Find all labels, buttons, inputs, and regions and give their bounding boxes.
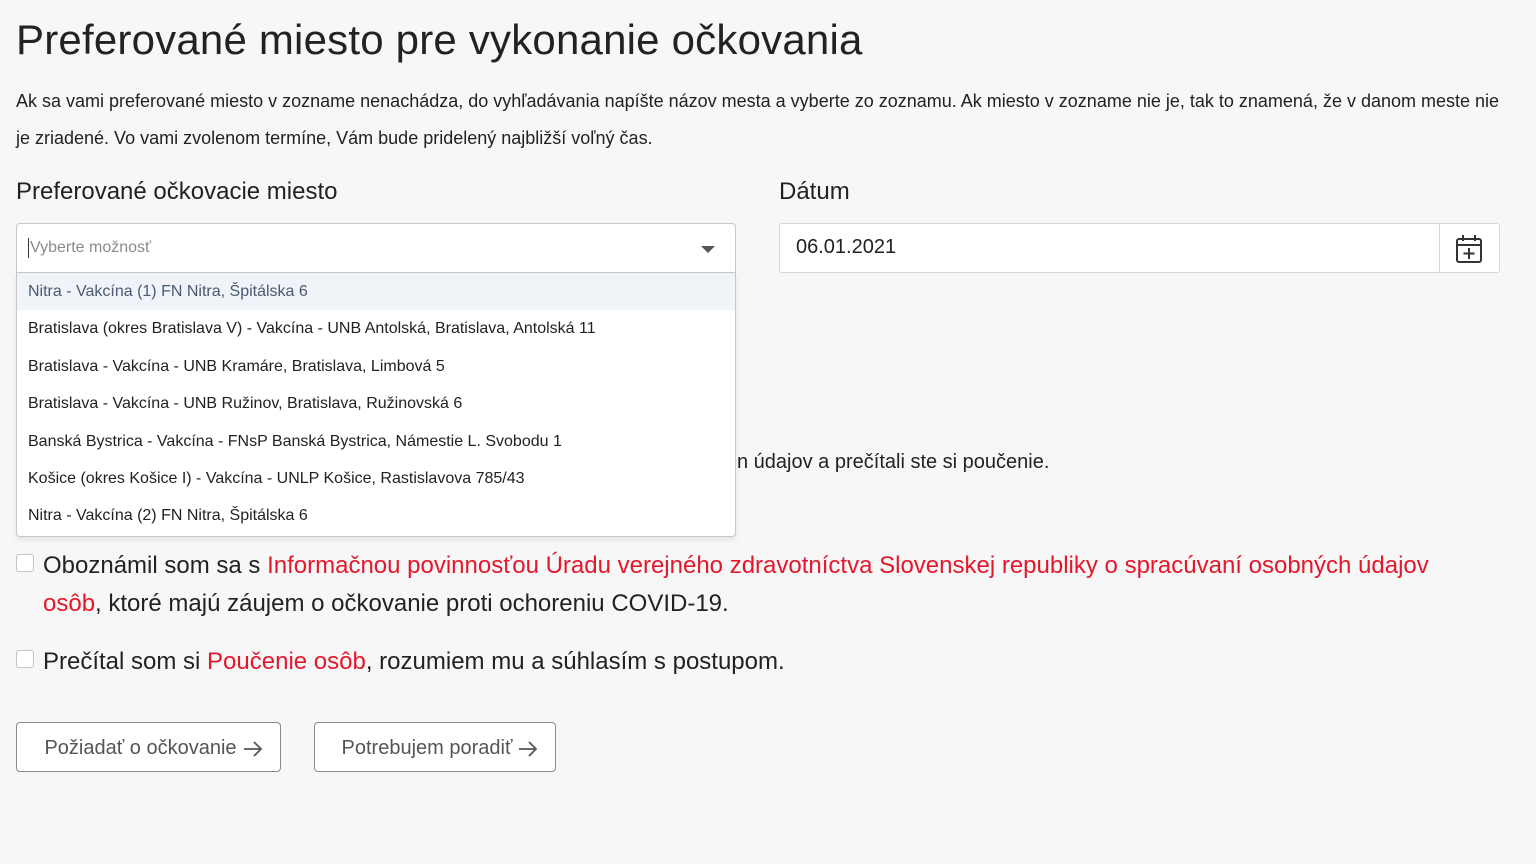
place-option[interactable]: Bratislava (okres Bratislava V) - Vakcín…: [17, 310, 735, 347]
consent-read-checkbox[interactable]: [16, 650, 34, 668]
obscured-text: n údajov a prečítali ste si poučenie.: [737, 451, 1050, 473]
place-dropdown: Nitra - Vakcína (1) FN Nitra, Špitálska …: [16, 273, 736, 537]
place-option[interactable]: Košice (okres Košice I) - Vakcína - UNLP…: [17, 460, 735, 497]
place-option[interactable]: Nitra - Vakcína (1) FN Nitra, Špitálska …: [17, 273, 735, 311]
date-value: 06.01.2021: [796, 236, 897, 258]
consent-read-prefix: Prečítal som si: [43, 648, 208, 675]
place-option[interactable]: Bratislava - Vakcína - UNB Kramáre, Brat…: [17, 348, 735, 385]
request-vaccination-label: Požiadať o očkovanie: [44, 737, 237, 759]
request-vaccination-button[interactable]: Požiadať o očkovanie: [16, 722, 281, 772]
place-option[interactable]: Banská Bystrica - Vakcína - FNsP Banská …: [17, 423, 735, 460]
consent-info-text: Oboznámil som sa s Informačnou povinnosť…: [43, 547, 1443, 623]
page-title: Preferované miesto pre vykonanie očkovan…: [16, 16, 863, 63]
calendar-button[interactable]: [1440, 223, 1500, 273]
consent-read-text: Prečítal som si Poučenie osôb, rozumiem …: [43, 643, 785, 681]
calendar-plus-icon: [1456, 235, 1482, 263]
page: Preferované miesto pre vykonanie očkovan…: [0, 0, 1536, 864]
chevron-down-icon[interactable]: [701, 246, 715, 253]
consent-info-checkbox[interactable]: [16, 554, 34, 572]
need-advice-button[interactable]: Potrebujem poradiť: [314, 722, 556, 772]
consent-info-suffix: , ktoré majú záujem o očkovanie proti oc…: [95, 590, 729, 617]
date-label: Dátum: [779, 178, 850, 205]
arrow-right-icon: [519, 741, 538, 757]
instructions-link[interactable]: Poučenie osôb: [207, 648, 366, 675]
consent-read-suffix: , rozumiem mu a súhlasím s postupom.: [365, 648, 785, 675]
arrow-right-icon: [243, 741, 262, 757]
place-select[interactable]: Vyberte možnosť: [16, 223, 736, 273]
consent-info-prefix: Oboznámil som sa s: [43, 552, 268, 579]
place-option[interactable]: Bratislava - Vakcína - UNB Ružinov, Brat…: [17, 385, 735, 422]
need-advice-label: Potrebujem poradiť: [341, 737, 513, 759]
place-option[interactable]: Nitra - Vakcína (2) FN Nitra, Špitálska …: [17, 497, 735, 534]
place-label: Preferované očkovacie miesto: [16, 178, 338, 205]
intro-text: Ak sa vami preferované miesto v zozname …: [16, 91, 1500, 148]
place-search-input[interactable]: Vyberte možnosť: [28, 238, 151, 258]
date-input[interactable]: 06.01.2021: [779, 223, 1440, 273]
